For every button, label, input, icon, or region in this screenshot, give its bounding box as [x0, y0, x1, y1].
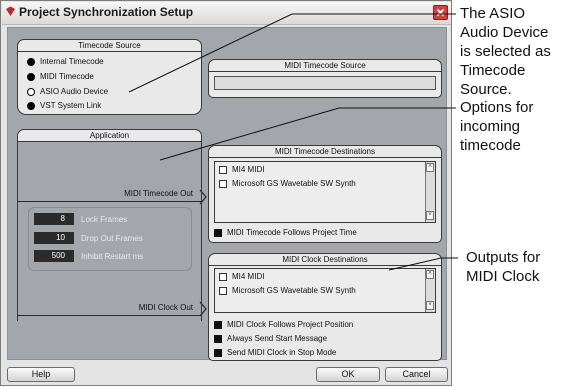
annotation-line: Source.	[460, 81, 512, 98]
incoming-callout-line	[159, 107, 456, 161]
incoming-timecode-annotation: Options for incoming timecode	[460, 98, 579, 155]
annotation-line: Timecode	[460, 62, 526, 79]
annotation-line: The ASIO	[460, 5, 526, 22]
midi-clock-annotation: Outputs for MIDI Clock	[466, 248, 579, 286]
annotation-line: Options for	[460, 99, 534, 116]
annotation-line: Outputs for	[466, 249, 541, 266]
annotation-line: Audio Device	[460, 24, 549, 41]
annotation-line: MIDI Clock	[466, 268, 540, 285]
annotation-line: is selected as	[460, 43, 551, 60]
asio-callout-line	[128, 13, 456, 93]
annotation-line: timecode	[460, 137, 521, 154]
annotation-line: incoming	[460, 118, 521, 135]
clock-callout-line	[388, 257, 458, 271]
asio-annotation: The ASIO Audio Device is selected as Tim…	[460, 4, 579, 99]
